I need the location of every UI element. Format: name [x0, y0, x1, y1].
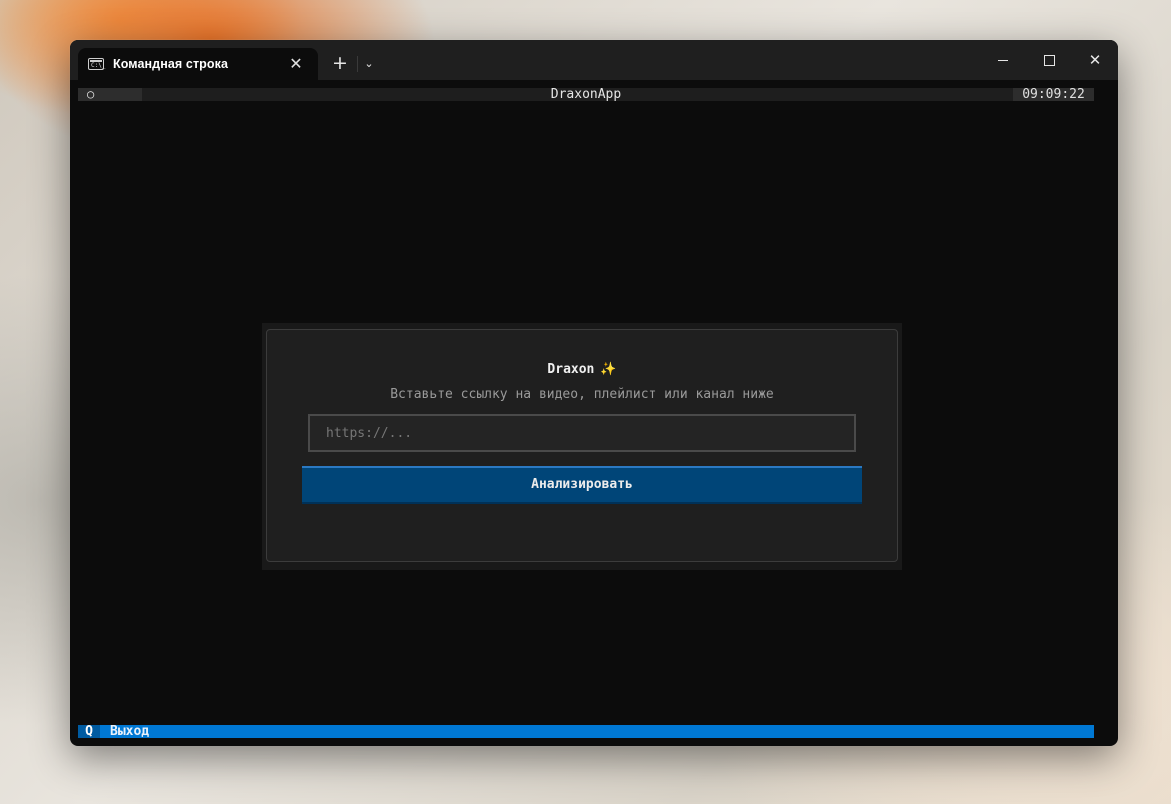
dialog-title: Draxon ✨ — [267, 362, 897, 378]
circle-icon: ○ — [87, 87, 95, 101]
dialog-title-text: Draxon — [547, 362, 595, 377]
terminal-content: DraxonApp ○ 09:09:22 Draxon ✨ Вставьте сс… — [78, 88, 1094, 738]
cmd-icon: C:\_ — [88, 58, 105, 70]
chevron-down-icon[interactable]: ⌄ — [359, 52, 379, 76]
close-icon: ✕ — [1088, 50, 1102, 69]
url-input[interactable] — [308, 414, 856, 452]
analyze-button[interactable]: Анализировать — [302, 466, 862, 504]
tab-separator — [357, 56, 358, 72]
footer-bar: Q Выход — [78, 725, 1094, 738]
dialog-subtitle: Вставьте ссылку на видео, плейлист или к… — [390, 387, 774, 402]
app-header: DraxonApp ○ 09:09:22 — [78, 88, 1094, 101]
maximize-icon — [1043, 54, 1055, 66]
tab-title: Командная строка — [113, 57, 229, 71]
footer-key-quit[interactable]: Q — [78, 725, 100, 738]
close-tab-icon[interactable]: ✕ — [288, 56, 304, 72]
sparkles-icon: ✨ — [600, 362, 617, 377]
minimize-button[interactable] — [980, 40, 1026, 80]
header-clock: 09:09:22 — [1013, 88, 1094, 101]
terminal-window: C:\_ Командная строка ✕ + ⌄ ✕ DraxonApp … — [70, 40, 1118, 746]
title-bar: C:\_ Командная строка ✕ + ⌄ ✕ — [70, 40, 1118, 80]
dialog-container: Draxon ✨ Вставьте ссылку на видео, плейли… — [262, 323, 902, 570]
close-window-button[interactable]: ✕ — [1072, 40, 1118, 80]
maximize-button[interactable] — [1026, 40, 1072, 80]
footer-quit-label[interactable]: Выход — [110, 725, 149, 738]
url-dialog: Draxon ✨ Вставьте ссылку на видео, плейли… — [266, 329, 898, 562]
new-tab-button[interactable]: + — [328, 52, 352, 76]
tab-command-prompt[interactable]: C:\_ Командная строка ✕ — [78, 48, 318, 80]
app-title: DraxonApp — [550, 87, 622, 102]
minimize-icon — [998, 59, 1008, 61]
header-command-palette[interactable]: ○ — [78, 88, 142, 101]
